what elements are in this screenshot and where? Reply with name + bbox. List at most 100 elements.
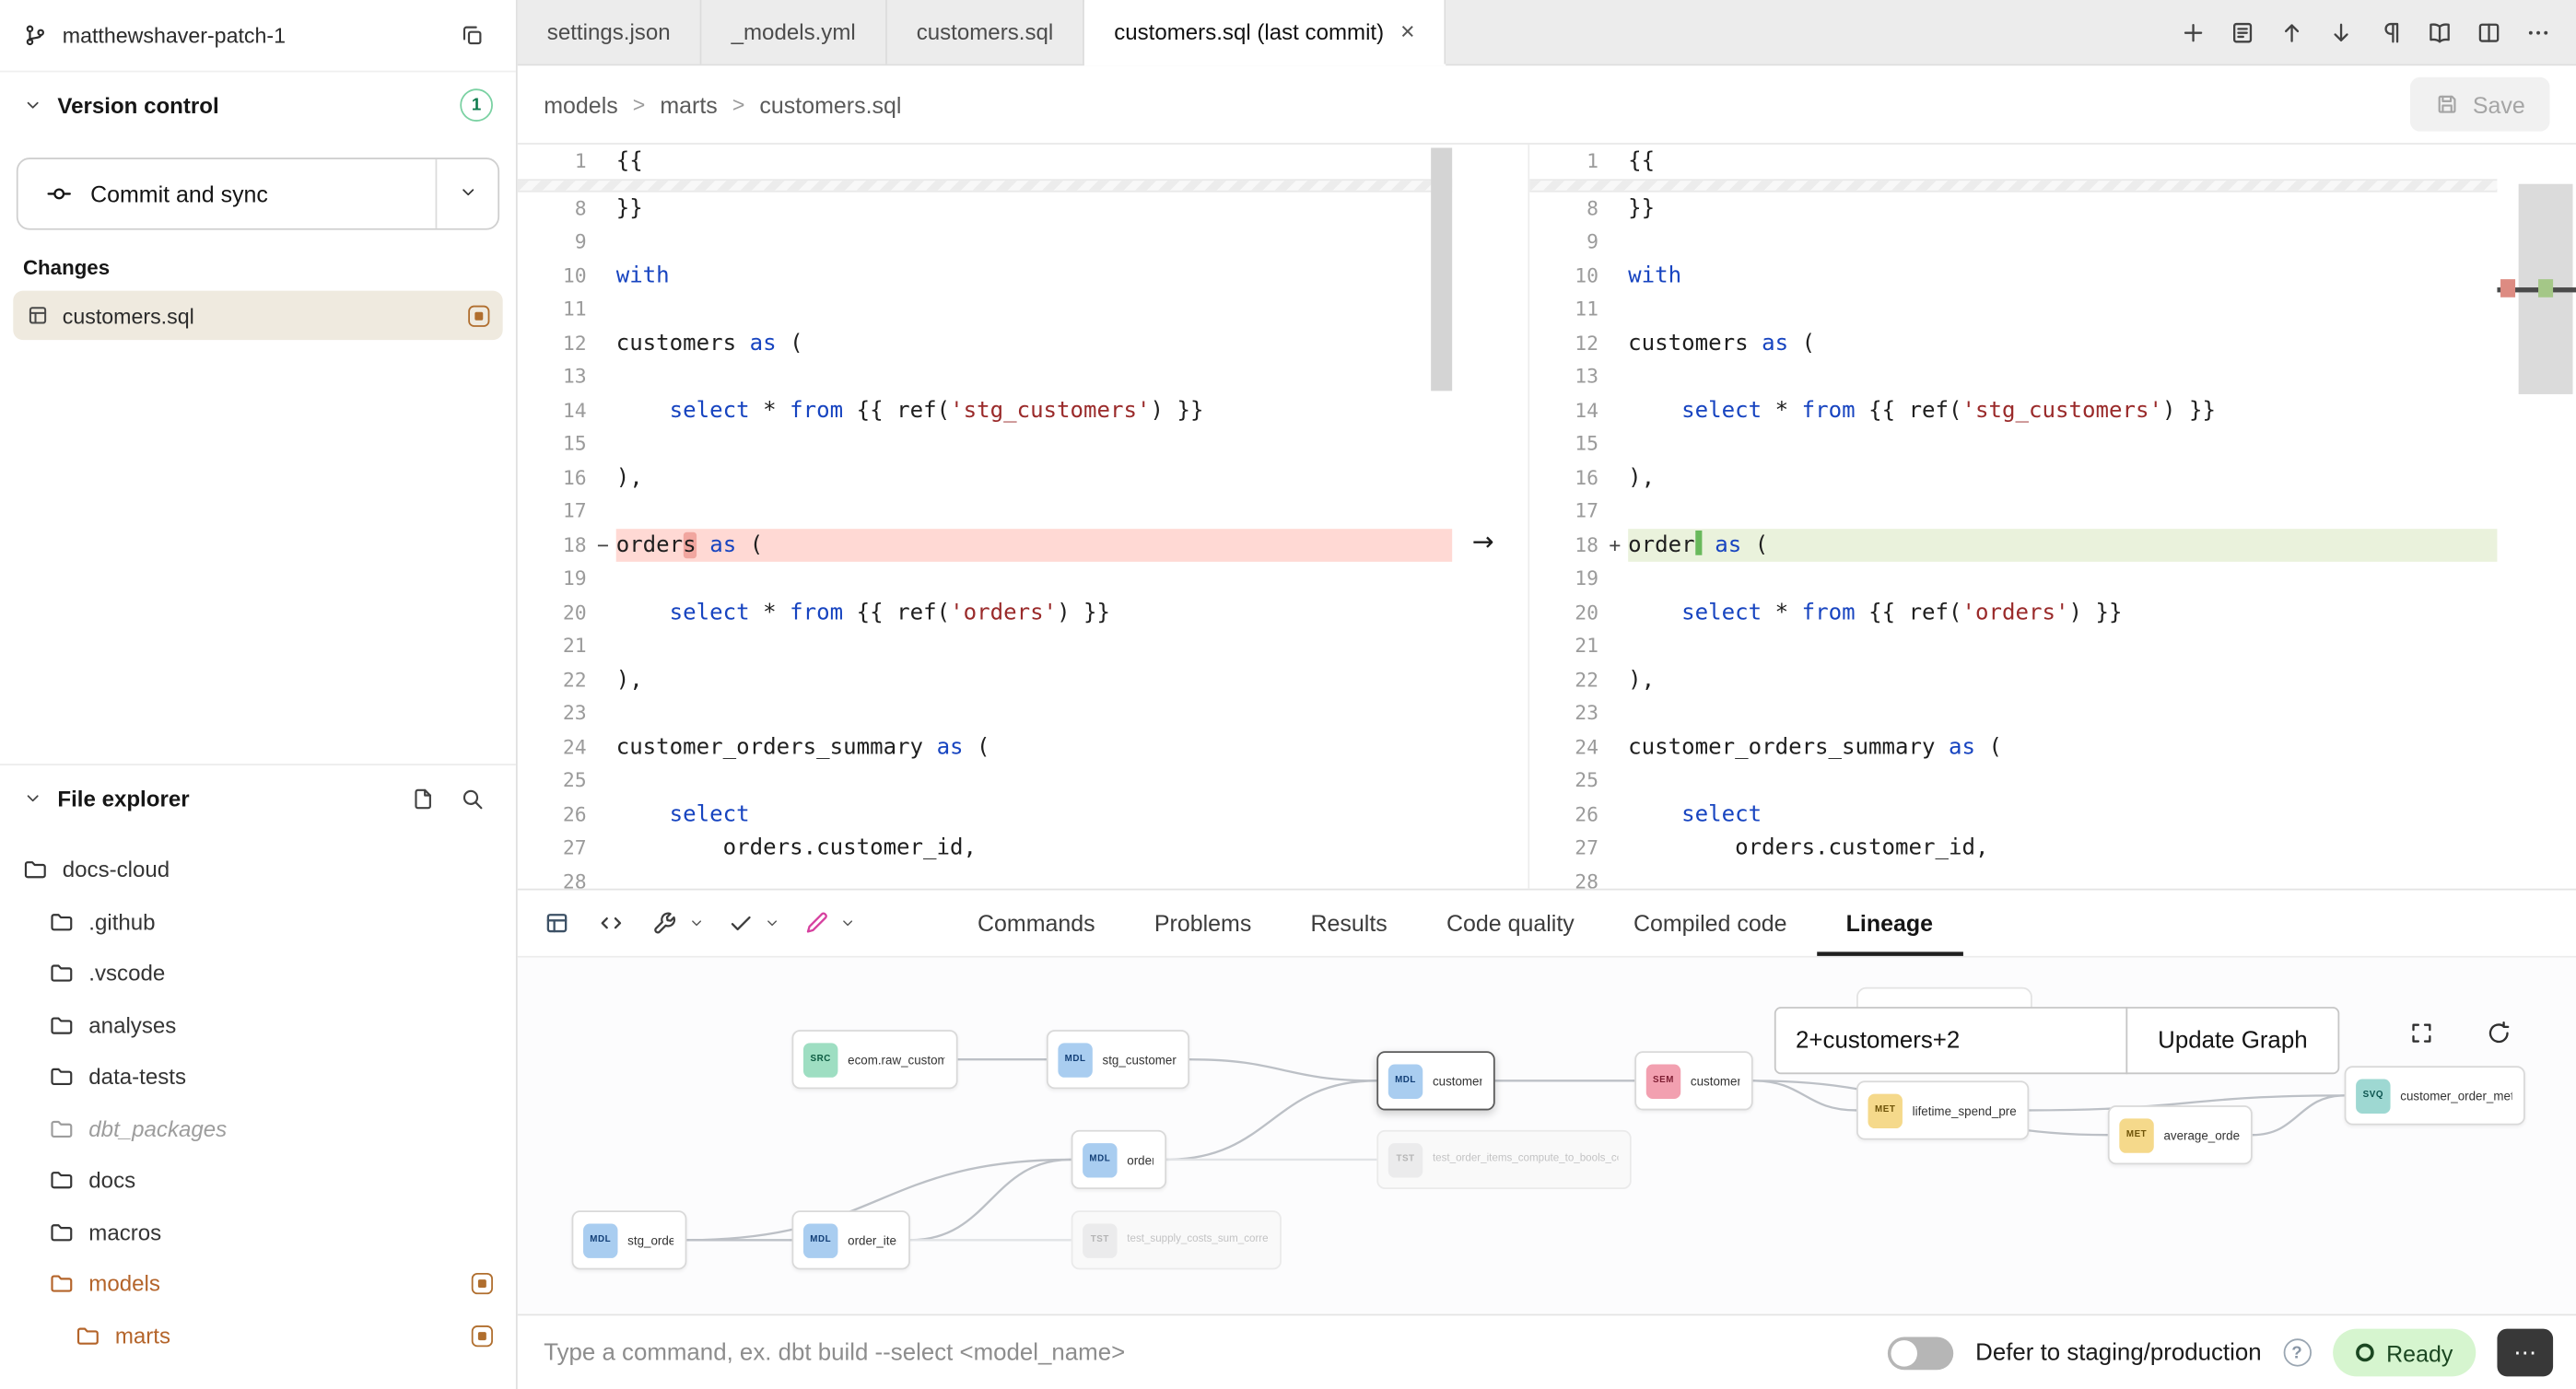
code-line-modified-25[interactable]: 25 (1529, 764, 2497, 798)
panel-tab-commands[interactable]: Commands (948, 890, 1125, 955)
diff-pane-original[interactable]: 1{{8}}910with1112customers as (1314 sele… (518, 145, 1453, 889)
status-badge[interactable]: Ready (2332, 1329, 2476, 1377)
editor-tab-customers-sql[interactable]: customers.sql (887, 0, 1084, 64)
add-tab-icon[interactable] (2172, 11, 2214, 53)
code-line-original-20[interactable]: 20 select * from {{ ref('orders') }} (518, 595, 1453, 629)
update-graph-button[interactable]: Update Graph (2125, 1007, 2339, 1074)
code-line-original-25[interactable]: 25 (518, 764, 1453, 798)
code-line-modified-13[interactable]: 13 (1529, 360, 2497, 394)
code-line-original-21[interactable]: 21 (518, 629, 1453, 663)
code-line-modified-12[interactable]: 12customers as ( (1529, 326, 2497, 360)
editor-tab-settings-json[interactable]: settings.json (518, 0, 702, 64)
code-line-modified-23[interactable]: 23 (1529, 696, 2497, 730)
code-line-modified-27[interactable]: 27 orders.customer_id, (1529, 831, 2497, 865)
code-line-modified-15[interactable]: 15 (1529, 427, 2497, 461)
code-line-original-11[interactable]: 11 (518, 292, 1453, 326)
search-icon[interactable] (451, 776, 493, 819)
code-line-original-23[interactable]: 23 (518, 696, 1453, 730)
breadcrumb-item-marts[interactable]: marts (660, 91, 717, 118)
lineage-graph[interactable]: Update Graph SRCecom.raw_customers MDLstg… (518, 958, 2576, 1314)
folder-docs[interactable]: docs (0, 1155, 516, 1207)
code-line-modified-9[interactable]: 9 (1529, 225, 2497, 259)
build-dropdown-icon[interactable] (685, 904, 707, 943)
lineage-node-customer_order_metrics[interactable]: SVQcustomer_order_metrics (2345, 1066, 2525, 1125)
code-line-original-27[interactable]: 27 orders.customer_id, (518, 831, 1453, 865)
code-line-original-1[interactable]: 1{{ (518, 145, 1453, 179)
diff-overview-ruler[interactable] (2497, 145, 2576, 889)
lineage-node-test_supply[interactable]: TSTtest_supply_costs_sum_correctly (1071, 1210, 1282, 1269)
lineage-selector-input[interactable] (1774, 1007, 2127, 1074)
apply-change-arrow[interactable]: → (1472, 526, 1494, 557)
code-line-original-13[interactable]: 13 (518, 360, 1453, 394)
panel-tab-compiled-code[interactable]: Compiled code (1604, 890, 1817, 955)
lineage-node-avg_order_value[interactable]: METaverage_order_value (2108, 1105, 2253, 1164)
move-down-icon[interactable] (2320, 11, 2362, 53)
version-control-header[interactable]: Version control 1 (0, 72, 516, 137)
code-line-original-10[interactable]: 10with (518, 259, 1453, 293)
panel-tab-problems[interactable]: Problems (1125, 890, 1282, 955)
formatting-icon[interactable] (2369, 11, 2411, 53)
folder-data-tests[interactable]: data-tests (0, 1051, 516, 1103)
code-line-original-9[interactable]: 9 (518, 225, 1453, 259)
folder--github[interactable]: .github (0, 896, 516, 948)
file-explorer-header[interactable]: File explorer (0, 765, 516, 831)
lineage-node-raw_customers[interactable]: SRCecom.raw_customers (792, 1030, 958, 1089)
lineage-node-customers_model[interactable]: MDLcustomers (1376, 1051, 1494, 1110)
code-line-original-8[interactable]: 8}} (518, 192, 1453, 226)
code-line-original-24[interactable]: 24customer_orders_summary as ( (518, 730, 1453, 765)
collapsed-region[interactable] (1529, 178, 2497, 191)
code-line-modified-21[interactable]: 21 (1529, 629, 2497, 663)
help-icon[interactable]: ? (2283, 1338, 2311, 1366)
folder-analyses[interactable]: analyses (0, 999, 516, 1051)
folder-dbt-packages[interactable]: dbt_packages (0, 1103, 516, 1154)
code-line-original-15[interactable]: 15 (518, 427, 1453, 461)
changed-file-row[interactable]: customers.sql (13, 291, 502, 340)
code-line-original-12[interactable]: 12customers as ( (518, 326, 1453, 360)
code-line-modified-10[interactable]: 10with (1529, 259, 2497, 293)
lineage-node-order_items[interactable]: MDLorder_items (792, 1210, 910, 1269)
scrollbar-thumb[interactable] (1431, 147, 1452, 391)
code-line-modified-19[interactable]: 19 (1529, 562, 2497, 596)
code-line-modified-22[interactable]: 22), (1529, 663, 2497, 697)
lineage-node-stg_customers[interactable]: MDLstg_customers (1047, 1030, 1189, 1089)
build-icon[interactable] (646, 904, 685, 943)
lineage-node-stg_orders[interactable]: MDLstg_orders (572, 1210, 687, 1269)
format-icon[interactable] (797, 904, 837, 943)
editor-tab--models-yml[interactable]: _models.yml (702, 0, 887, 64)
panel-tab-results[interactable]: Results (1281, 890, 1416, 955)
code-line-original-17[interactable]: 17 (518, 495, 1453, 529)
code-line-modified-16[interactable]: 16), (1529, 461, 2497, 495)
lint-icon[interactable] (721, 904, 761, 943)
lineage-node-test_order_items[interactable]: TSTtest_order_items_compute_to_bools_cor… (1376, 1130, 1631, 1189)
folder-docs-cloud[interactable]: docs-cloud (0, 845, 516, 896)
refresh-icon[interactable] (2473, 1007, 2525, 1059)
overflow-menu-button[interactable]: ⋯ (2497, 1329, 2553, 1377)
code-line-modified-14[interactable]: 14 select * from {{ ref('stg_customers')… (1529, 393, 2497, 427)
move-up-icon[interactable] (2270, 11, 2313, 53)
code-line-original-16[interactable]: 16), (518, 461, 1453, 495)
code-line-modified-20[interactable]: 20 select * from {{ ref('orders') }} (1529, 595, 2497, 629)
changelog-icon[interactable] (2221, 11, 2264, 53)
code-line-modified-11[interactable]: 11 (1529, 292, 2497, 326)
lint-dropdown-icon[interactable] (761, 904, 782, 943)
commit-options-dropdown[interactable] (436, 159, 498, 228)
docs-icon[interactable] (2418, 11, 2461, 53)
code-line-modified-17[interactable]: 17 (1529, 495, 2497, 529)
close-tab-icon[interactable]: × (1400, 19, 1415, 44)
command-input[interactable] (544, 1339, 1865, 1366)
code-line-modified-28[interactable]: 28 (1529, 865, 2497, 889)
folder-macros[interactable]: macros (0, 1207, 516, 1258)
code-icon[interactable] (591, 904, 631, 943)
format-dropdown-icon[interactable] (837, 904, 858, 943)
new-file-icon[interactable] (401, 776, 443, 819)
code-line-original-19[interactable]: 19 (518, 562, 1453, 596)
save-button[interactable]: Save (2410, 77, 2549, 132)
copy-branch-icon[interactable] (451, 14, 493, 56)
code-line-original-28[interactable]: 28 (518, 865, 1453, 889)
code-line-modified-18[interactable]: 18+order as ( (1529, 528, 2497, 562)
panel-tab-lineage[interactable]: Lineage (1817, 890, 1963, 955)
diff-pane-modified[interactable]: 1{{8}}910with1112customers as (1314 sele… (1528, 145, 2497, 889)
commit-and-sync-button[interactable]: Commit and sync (17, 158, 499, 229)
code-line-original-22[interactable]: 22), (518, 663, 1453, 697)
overflow-menu-icon[interactable] (2517, 11, 2559, 53)
